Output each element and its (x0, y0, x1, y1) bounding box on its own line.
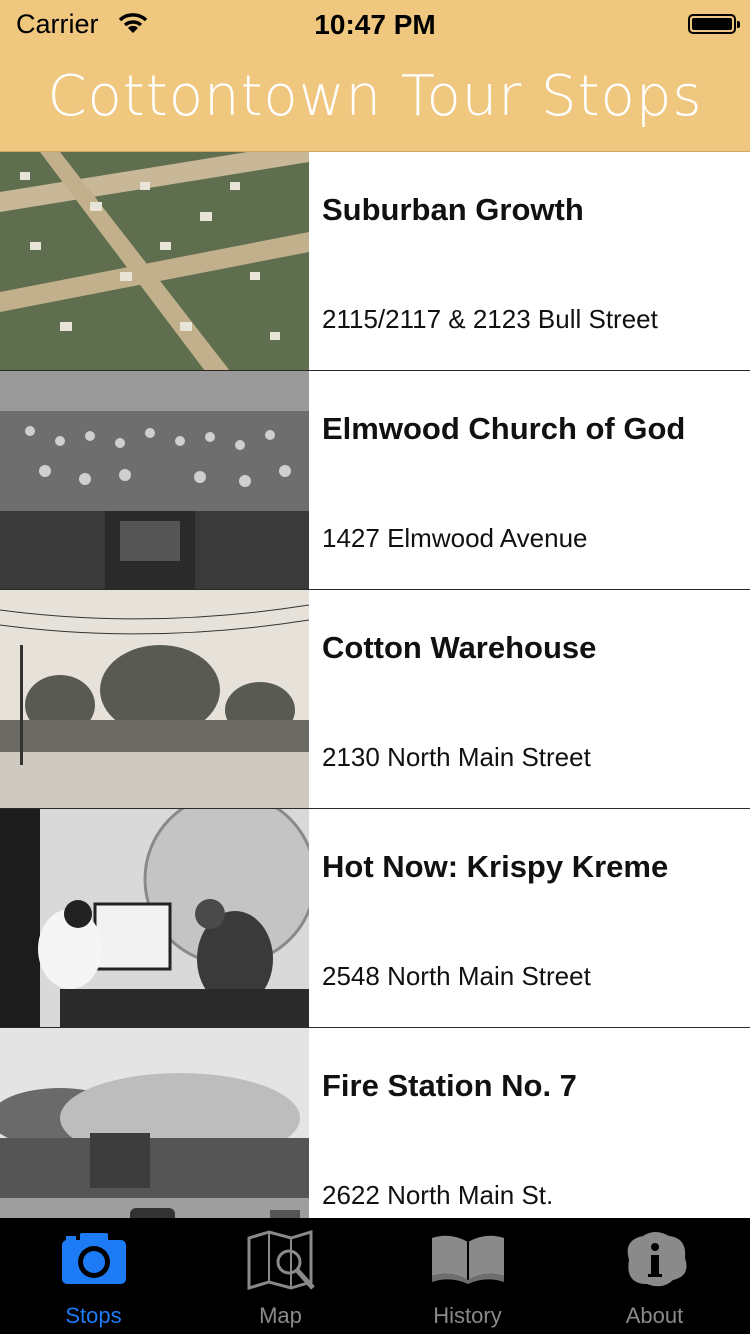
stops-list[interactable]: Suburban Growth 2115/2117 & 2123 Bull St… (0, 152, 750, 1218)
map-icon (247, 1230, 315, 1291)
page-title: Cottontown Tour Stops (47, 64, 703, 129)
tab-label: History (433, 1303, 502, 1328)
stop-title: Cotton Warehouse (322, 630, 597, 665)
stop-photo (0, 152, 309, 370)
tab-about[interactable]: About (561, 1218, 748, 1334)
tab-label: About (625, 1303, 684, 1328)
list-item[interactable]: Suburban Growth 2115/2117 & 2123 Bull St… (0, 152, 750, 371)
stop-title: Fire Station No. 7 (322, 1068, 577, 1103)
status-bar: Carrier 10:47 PM (0, 0, 750, 52)
stop-photo (0, 809, 309, 1027)
tab-history[interactable]: History (374, 1218, 561, 1334)
camera-icon (61, 1233, 126, 1284)
clock: 10:47 PM (314, 9, 436, 40)
tab-label: Stops (65, 1303, 122, 1328)
list-item[interactable]: Fire Station No. 7 2622 North Main St. (0, 1028, 750, 1218)
stop-address: 2622 North Main St. (322, 1180, 554, 1210)
info-icon (627, 1232, 686, 1287)
stop-photo (0, 371, 309, 589)
list-item[interactable]: Elmwood Church of God 1427 Elmwood Avenu… (0, 371, 750, 590)
stop-photo (0, 590, 309, 808)
stop-title: Suburban Growth (322, 192, 584, 227)
stop-address: 1427 Elmwood Avenue (322, 523, 588, 553)
stop-title: Elmwood Church of God (322, 411, 686, 446)
stop-address: 2115/2117 & 2123 Bull Street (322, 304, 658, 334)
tab-map[interactable]: Map (187, 1218, 374, 1334)
list-item[interactable]: Hot Now: Krispy Kreme 2548 North Main St… (0, 809, 750, 1028)
stop-photo (0, 1028, 309, 1218)
stop-address: 2548 North Main Street (322, 961, 591, 991)
tab-label: Map (259, 1303, 302, 1328)
list-item[interactable]: Cotton Warehouse 2130 North Main Street (0, 590, 750, 809)
tab-stops[interactable]: Stops (0, 1218, 187, 1334)
battery-icon (688, 14, 740, 34)
navigation-bar: Cottontown Tour Stops (0, 52, 750, 152)
stop-address: 2130 North Main Street (322, 742, 591, 772)
stop-title: Hot Now: Krispy Kreme (322, 849, 669, 884)
book-icon (431, 1235, 504, 1284)
tab-bar: Stops Map History About (0, 1218, 750, 1334)
